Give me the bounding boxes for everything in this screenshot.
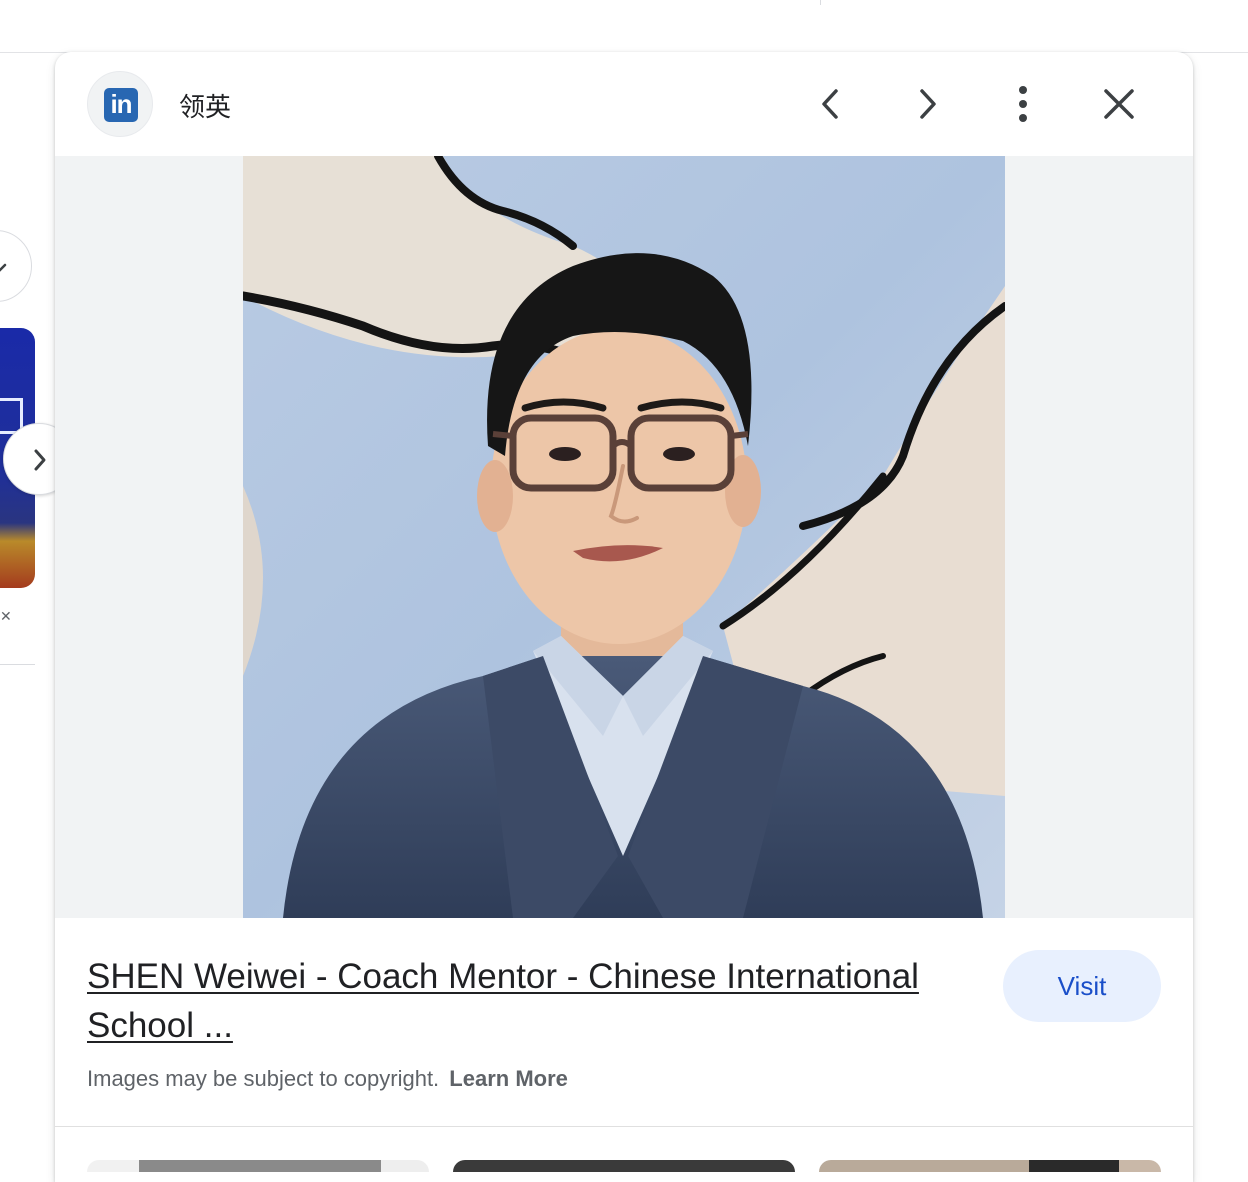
linkedin-icon: in xyxy=(104,88,138,122)
chevron-icon xyxy=(0,263,7,272)
linkedin-logo-text: in xyxy=(110,89,132,119)
result-divider xyxy=(0,664,35,665)
image-preview-area xyxy=(55,156,1193,918)
related-image-thumbnail[interactable] xyxy=(819,1160,1161,1172)
image-info: SHEN Weiwei - Coach Mentor - Chinese Int… xyxy=(55,918,1193,1128)
result-caption-fragment: ✕ xyxy=(0,608,12,624)
chevron-right-icon xyxy=(920,89,936,119)
top-tick xyxy=(820,0,821,5)
profile-photo-illustration xyxy=(243,156,1005,918)
result-title-link[interactable]: SHEN Weiwei - Coach Mentor - Chinese Int… xyxy=(87,952,967,1050)
profile-photo[interactable] xyxy=(243,156,1005,918)
related-divider xyxy=(55,1126,1193,1127)
more-vert-icon xyxy=(1019,86,1027,122)
copyright-text: Images may be subject to copyright. xyxy=(87,1066,440,1091)
next-image-button[interactable] xyxy=(903,80,951,128)
close-button[interactable] xyxy=(1095,80,1143,128)
source-name[interactable]: 领英 xyxy=(179,87,231,124)
more-options-button[interactable] xyxy=(999,80,1047,128)
learn-more-link[interactable]: Learn More xyxy=(449,1066,568,1091)
chevron-right-icon xyxy=(34,449,46,471)
chevron-left-icon xyxy=(822,89,838,119)
related-image-thumbnail[interactable] xyxy=(87,1160,429,1172)
collapse-button[interactable] xyxy=(0,230,32,302)
viewer-header: in 领英 xyxy=(55,52,1193,156)
linkedin-logo[interactable]: in xyxy=(87,71,153,137)
visit-button[interactable]: Visit xyxy=(1003,950,1161,1022)
close-icon xyxy=(1104,89,1134,119)
copyright-notice: Images may be subject to copyright. Lear… xyxy=(87,1066,568,1092)
image-viewer-panel: in 领英 SHEN Weiwei - Coach Mentor - Chine… xyxy=(55,52,1193,1182)
related-image-thumbnail[interactable] xyxy=(453,1160,795,1172)
previous-image-button[interactable] xyxy=(807,80,855,128)
